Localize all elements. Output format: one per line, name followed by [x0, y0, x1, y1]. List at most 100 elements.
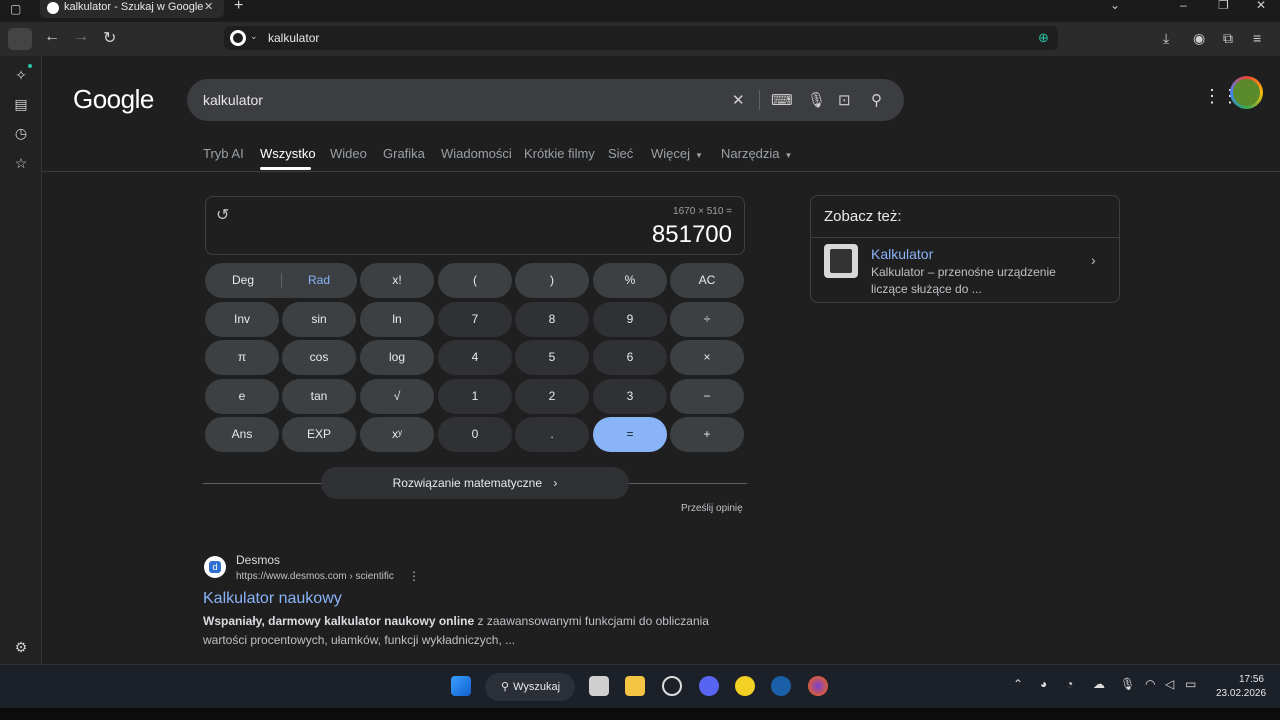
- restore-icon[interactable]: ❐: [1218, 0, 1229, 12]
- globe-icon[interactable]: ⊕: [1038, 30, 1049, 46]
- steam-tray-icon[interactable]: ◔: [1066, 677, 1073, 691]
- tab-web[interactable]: Sieć: [608, 146, 633, 161]
- sin-key[interactable]: sin: [282, 302, 356, 337]
- search-input[interactable]: kalkulator: [203, 92, 263, 108]
- file-explorer-icon[interactable]: [625, 676, 645, 696]
- reading-list-icon[interactable]: ▤: [12, 95, 30, 113]
- microphone-icon[interactable]: 🎙: [807, 91, 826, 109]
- new-tab-button[interactable]: +: [234, 0, 243, 15]
- result-url[interactable]: https://www.desmos.com › scientific: [236, 571, 394, 582]
- tab-images[interactable]: Grafika: [383, 146, 425, 161]
- discord-tray-icon[interactable]: ◕: [1040, 677, 1047, 691]
- answer-key[interactable]: Ans: [205, 417, 279, 452]
- close-icon[interactable]: ✕: [204, 0, 213, 13]
- sidebar-toggle-icon[interactable]: [8, 28, 32, 50]
- cloud-icon[interactable]: ☁: [1093, 677, 1105, 691]
- battery-icon[interactable]: ▭: [1185, 677, 1196, 691]
- menu-icon[interactable]: ≡: [1253, 30, 1261, 46]
- more-options-icon[interactable]: ⋮: [408, 569, 420, 583]
- subtract-key[interactable]: −: [670, 379, 744, 414]
- power-key[interactable]: xʸ: [360, 417, 434, 452]
- tab-video[interactable]: Wideo: [330, 146, 367, 161]
- see-also-item-link[interactable]: Kalkulator: [871, 246, 933, 262]
- close-window-icon[interactable]: ✕: [1256, 0, 1266, 12]
- keyboard-icon[interactable]: ⌨: [771, 91, 793, 109]
- digit-1-key[interactable]: 1: [438, 379, 512, 414]
- history-icon[interactable]: ↺: [216, 205, 229, 225]
- chevron-right-icon[interactable]: ›: [1091, 252, 1096, 268]
- ln-key[interactable]: ln: [360, 302, 434, 337]
- windows-start-icon[interactable]: [451, 676, 471, 696]
- history-icon[interactable]: ◷: [12, 124, 30, 142]
- address-bar[interactable]: ⌄ kalkulator ⊕: [224, 26, 1058, 50]
- favorites-icon[interactable]: ☆: [12, 154, 30, 172]
- add-key[interactable]: +: [670, 417, 744, 452]
- multiply-key[interactable]: ×: [670, 340, 744, 375]
- digit-7-key[interactable]: 7: [438, 302, 512, 337]
- math-solution-button[interactable]: Rozwiązanie matematyczne ›: [321, 467, 629, 499]
- tab-ai-mode[interactable]: Tryb AI: [203, 146, 244, 161]
- digit-0-key[interactable]: 0: [438, 417, 512, 452]
- digit-6-key[interactable]: 6: [593, 340, 667, 375]
- tab-all[interactable]: Wszystko: [260, 146, 316, 161]
- app-icon[interactable]: [662, 676, 682, 696]
- search-box[interactable]: kalkulator ✕ ⌨ 🎙 ⊡ ⚲: [187, 79, 904, 121]
- digit-5-key[interactable]: 5: [515, 340, 589, 375]
- task-view-icon[interactable]: [589, 676, 609, 696]
- back-icon[interactable]: ←: [44, 28, 60, 46]
- exp-key[interactable]: EXP: [282, 417, 356, 452]
- microphone-icon[interactable]: 🎙: [1120, 677, 1135, 691]
- discord-icon[interactable]: [699, 676, 719, 696]
- e-key[interactable]: e: [205, 379, 279, 414]
- tan-key[interactable]: tan: [282, 379, 356, 414]
- feedback-link[interactable]: Prześlij opinię: [681, 503, 743, 514]
- minimize-icon[interactable]: –: [1180, 0, 1187, 12]
- deg-button[interactable]: Deg: [205, 263, 281, 298]
- firefox-icon[interactable]: [808, 676, 828, 696]
- tab-news[interactable]: Wiadomości: [441, 146, 512, 161]
- chevron-up-icon[interactable]: ⌃: [1013, 677, 1023, 691]
- left-paren-key[interactable]: (: [438, 263, 512, 298]
- all-clear-key[interactable]: AC: [670, 263, 744, 298]
- extensions-icon[interactable]: ⧉: [1223, 30, 1233, 47]
- digit-9-key[interactable]: 9: [593, 302, 667, 337]
- divide-key[interactable]: ÷: [670, 302, 744, 337]
- tab-short-videos[interactable]: Krótkie filmy: [524, 146, 595, 161]
- volume-icon[interactable]: ◁: [1165, 677, 1174, 691]
- lens-camera-icon[interactable]: ⊡: [838, 91, 851, 109]
- result-site-name[interactable]: Desmos: [236, 553, 280, 567]
- clear-icon[interactable]: ✕: [732, 91, 745, 109]
- rad-button[interactable]: Rad: [281, 263, 357, 298]
- angle-mode-toggle[interactable]: Deg Rad: [205, 263, 357, 298]
- digit-4-key[interactable]: 4: [438, 340, 512, 375]
- digit-2-key[interactable]: 2: [515, 379, 589, 414]
- google-logo[interactable]: Google: [73, 84, 154, 115]
- pi-key[interactable]: π: [205, 340, 279, 375]
- tab-more[interactable]: Więcej ▼: [651, 146, 703, 161]
- cos-key[interactable]: cos: [282, 340, 356, 375]
- wifi-icon[interactable]: ◠: [1145, 677, 1155, 691]
- tab-tools[interactable]: Narzędzia ▼: [721, 146, 792, 161]
- decimal-key[interactable]: .: [515, 417, 589, 452]
- ai-sparkle-icon[interactable]: ✧: [12, 66, 30, 84]
- percent-key[interactable]: %: [593, 263, 667, 298]
- browser-tab[interactable]: kalkulator - Szukaj w Google ✕: [40, 0, 224, 18]
- search-icon[interactable]: ⚲: [871, 91, 882, 109]
- duck-app-icon[interactable]: [735, 676, 755, 696]
- chevron-down-icon[interactable]: ⌄: [250, 31, 258, 42]
- digit-8-key[interactable]: 8: [515, 302, 589, 337]
- steam-icon[interactable]: [771, 676, 791, 696]
- forward-icon[interactable]: →: [73, 28, 89, 46]
- clock[interactable]: 17:56 23.02.2026: [1216, 673, 1266, 701]
- result-title-link[interactable]: Kalkulator naukowy: [203, 590, 342, 608]
- equals-key[interactable]: =: [593, 417, 667, 452]
- profile-icon[interactable]: ◉: [1193, 30, 1205, 47]
- tab-actions-icon[interactable]: ▢: [10, 2, 21, 16]
- sqrt-key[interactable]: √: [360, 379, 434, 414]
- factorial-key[interactable]: x!: [360, 263, 434, 298]
- calculator-thumbnail[interactable]: [824, 244, 858, 278]
- digit-3-key[interactable]: 3: [593, 379, 667, 414]
- reload-icon[interactable]: ↻: [103, 28, 116, 48]
- right-paren-key[interactable]: ): [515, 263, 589, 298]
- inverse-key[interactable]: Inv: [205, 302, 279, 337]
